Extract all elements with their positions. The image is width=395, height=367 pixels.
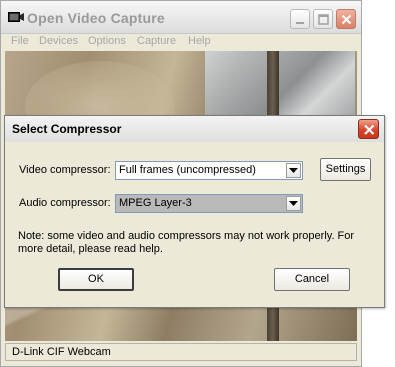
maximize-button[interactable]	[313, 9, 333, 29]
video-compressor-value: Full frames (uncompressed)	[119, 164, 256, 176]
status-text: D-Link CIF Webcam	[12, 346, 111, 358]
webcam-icon	[8, 11, 24, 23]
video-compressor-select[interactable]: Full frames (uncompressed)	[115, 161, 303, 180]
menu-file[interactable]: File	[11, 35, 29, 47]
dialog-titlebar[interactable]: Select Compressor	[5, 116, 384, 142]
menu-devices[interactable]: Devices	[39, 35, 78, 47]
audio-compressor-label: Audio compressor:	[19, 197, 111, 209]
dialog-close-button[interactable]	[358, 119, 379, 139]
audio-compressor-select[interactable]: MPEG Layer-3	[115, 194, 303, 213]
menu-bar: File Devices Options Capture Help	[1, 34, 361, 50]
menu-capture[interactable]: Capture	[137, 35, 176, 47]
settings-button[interactable]: Settings	[320, 158, 371, 181]
ok-button[interactable]: OK	[58, 268, 134, 291]
minimize-icon	[296, 22, 304, 24]
close-icon	[364, 124, 375, 135]
menu-help[interactable]: Help	[188, 35, 211, 47]
main-titlebar[interactable]: Open Video Capture	[1, 1, 361, 34]
menu-options[interactable]: Options	[88, 35, 126, 47]
window-title: Open Video Capture	[27, 10, 165, 26]
close-icon	[341, 14, 352, 25]
status-bar: D-Link CIF Webcam	[5, 343, 357, 361]
audio-compressor-value: MPEG Layer-3	[119, 197, 192, 209]
chevron-down-icon[interactable]	[286, 163, 301, 178]
compressor-note: Note: some video and audio compressors m…	[18, 230, 355, 255]
dialog-title: Select Compressor	[12, 122, 122, 136]
maximize-icon	[318, 14, 329, 25]
chevron-down-icon[interactable]	[286, 196, 301, 211]
close-button[interactable]	[336, 9, 356, 29]
video-compressor-label: Video compressor:	[19, 164, 111, 176]
minimize-button[interactable]	[290, 9, 310, 29]
select-compressor-dialog: Select Compressor Video compressor: Full…	[4, 115, 385, 308]
cancel-button[interactable]: Cancel	[274, 268, 350, 291]
